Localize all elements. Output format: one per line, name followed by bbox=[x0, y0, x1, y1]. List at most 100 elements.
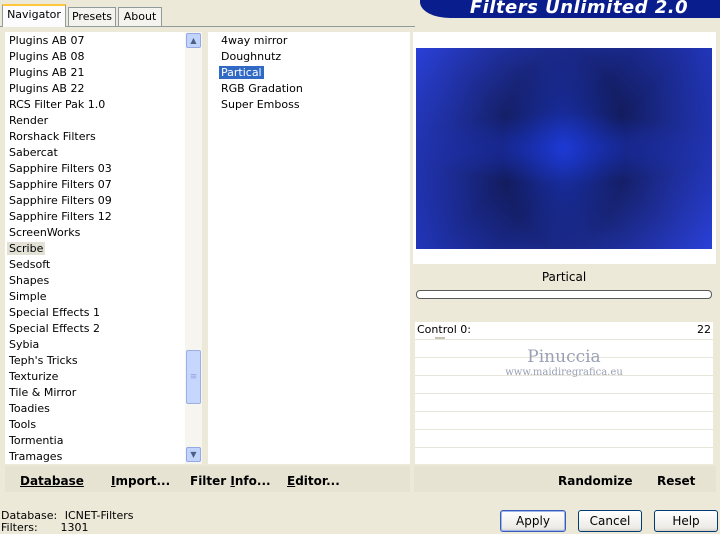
filter-info-label-b: nfo... bbox=[234, 474, 271, 488]
category-item-label: Sapphire Filters 03 bbox=[9, 162, 112, 175]
cancel-button[interactable]: Cancel bbox=[578, 510, 642, 532]
control-row[interactable] bbox=[415, 394, 713, 412]
tab-presets[interactable]: Presets bbox=[68, 7, 116, 26]
category-item[interactable]: Sedsoft bbox=[5, 257, 185, 273]
category-item[interactable]: Texturize bbox=[5, 369, 185, 385]
editor-button[interactable]: Editor... bbox=[287, 474, 340, 488]
category-item[interactable]: Special Effects 1 bbox=[5, 305, 185, 321]
grip-icon: ≡ bbox=[189, 372, 198, 382]
category-item-label: Texturize bbox=[9, 370, 59, 383]
filter-item-label: 4way mirror bbox=[221, 34, 288, 47]
database-button[interactable]: Database bbox=[20, 474, 84, 488]
category-item[interactable]: Sapphire Filters 12 bbox=[5, 209, 185, 225]
category-item-label: Plugins AB 21 bbox=[9, 66, 85, 79]
category-item[interactable]: ScreenWorks bbox=[5, 225, 185, 241]
filter-item[interactable]: Doughnutz bbox=[217, 49, 410, 65]
status-filters-label: Filters: bbox=[1, 521, 38, 534]
tab-about[interactable]: About bbox=[118, 7, 162, 26]
category-scrollbar[interactable]: ▲ ≡ ▼ bbox=[185, 32, 202, 464]
filter-item-label: Partical bbox=[219, 66, 264, 79]
import-label: mport... bbox=[115, 474, 171, 488]
category-item-label: Rorshack Filters bbox=[9, 130, 96, 143]
category-item-label: Tools bbox=[9, 418, 37, 431]
control-row[interactable]: Control 0: 22 bbox=[415, 322, 713, 340]
category-item[interactable]: Sapphire Filters 03 bbox=[5, 161, 185, 177]
category-item[interactable]: Tramages bbox=[5, 449, 185, 464]
control-row[interactable] bbox=[415, 430, 713, 448]
filter-item[interactable]: Partical bbox=[217, 65, 410, 81]
category-item[interactable]: Plugins AB 07 bbox=[5, 33, 185, 49]
filter-list[interactable]: 4way mirror Doughnutz Partical RGB Gradatio… bbox=[208, 32, 410, 464]
category-item[interactable]: Tile & Mirror bbox=[5, 385, 185, 401]
category-item[interactable]: Sybia bbox=[5, 337, 185, 353]
status-filters: Filters: 1301 bbox=[1, 521, 89, 534]
filter-item-label: RGB Gradation bbox=[221, 82, 303, 95]
filter-info-label-a: Filter bbox=[190, 474, 231, 488]
control-sliders[interactable]: Control 0: 22 bbox=[415, 322, 713, 464]
category-item[interactable]: Tools bbox=[5, 417, 185, 433]
category-item[interactable]: Scribe bbox=[5, 241, 185, 257]
category-item[interactable]: Teph's Tricks bbox=[5, 353, 185, 369]
watermark-name: Pinuccia bbox=[527, 347, 601, 367]
randomize-button[interactable]: Randomize bbox=[558, 474, 632, 488]
category-item-label: Sapphire Filters 07 bbox=[9, 178, 112, 191]
status-filters-value: 1301 bbox=[60, 521, 89, 534]
category-item[interactable]: Rorshack Filters bbox=[5, 129, 185, 145]
category-item-label: Tramages bbox=[9, 450, 63, 463]
category-item-label: Teph's Tricks bbox=[9, 354, 78, 367]
reset-button[interactable]: Reset bbox=[657, 474, 695, 488]
category-item-label: Sybia bbox=[9, 338, 40, 351]
category-item[interactable]: Special Effects 2 bbox=[5, 321, 185, 337]
database-label: Database bbox=[20, 474, 84, 488]
category-item[interactable]: Simple bbox=[5, 289, 185, 305]
category-list[interactable]: Plugins AB 07 Plugins AB 08 Plugins AB 21 P… bbox=[5, 32, 185, 464]
brand-title: Filters Unlimited 2.0 bbox=[469, 0, 689, 18]
editor-hotkey: E bbox=[287, 474, 296, 488]
category-item-label: Tormentia bbox=[9, 434, 64, 447]
filter-item[interactable]: RGB Gradation bbox=[217, 81, 410, 97]
progress-bar bbox=[416, 290, 712, 299]
preview-filter-name: Partical bbox=[541, 270, 587, 284]
category-item[interactable]: Plugins AB 22 bbox=[5, 81, 185, 97]
filter-info-button[interactable]: Filter Info... bbox=[190, 474, 271, 488]
chevron-up-icon[interactable]: ▲ bbox=[186, 33, 201, 48]
filter-item-label: Super Emboss bbox=[221, 98, 300, 111]
control-slider-mark[interactable] bbox=[435, 337, 445, 339]
help-button[interactable]: Help bbox=[654, 510, 718, 532]
editor-label: ditor... bbox=[295, 474, 340, 488]
category-item[interactable]: RCS Filter Pak 1.0 bbox=[5, 97, 185, 113]
scroll-thumb[interactable]: ≡ bbox=[186, 350, 201, 404]
category-item-label: Sabercat bbox=[9, 146, 58, 159]
category-item-label: Shapes bbox=[9, 274, 50, 287]
category-item[interactable]: Sapphire Filters 09 bbox=[5, 193, 185, 209]
category-item-label: Plugins AB 07 bbox=[9, 34, 85, 47]
category-item-label: Sapphire Filters 09 bbox=[9, 194, 112, 207]
category-item-label: Special Effects 2 bbox=[9, 322, 101, 335]
filter-item[interactable]: 4way mirror bbox=[217, 33, 410, 49]
category-item[interactable]: Shapes bbox=[5, 273, 185, 289]
category-item[interactable]: Sapphire Filters 07 bbox=[5, 177, 185, 193]
tab-navigator[interactable]: Navigator bbox=[2, 4, 66, 27]
chevron-down-icon[interactable]: ▼ bbox=[186, 447, 201, 462]
control-label: Control 0: bbox=[417, 323, 471, 336]
control-value: 22 bbox=[697, 323, 711, 336]
category-item[interactable]: Plugins AB 21 bbox=[5, 65, 185, 81]
filter-item[interactable]: Super Emboss bbox=[217, 97, 410, 113]
category-item[interactable]: Render bbox=[5, 113, 185, 129]
category-item-label: Simple bbox=[9, 290, 47, 303]
category-item-label: Render bbox=[9, 114, 49, 127]
category-item-label: Toadies bbox=[9, 402, 50, 415]
apply-button[interactable]: Apply bbox=[500, 510, 566, 532]
category-item[interactable]: Tormentia bbox=[5, 433, 185, 449]
category-item-label: Plugins AB 08 bbox=[9, 50, 85, 63]
category-item-label: Scribe bbox=[7, 242, 46, 255]
watermark-site: www.maidiregrafica.eu bbox=[505, 367, 623, 378]
category-item[interactable]: Sabercat bbox=[5, 145, 185, 161]
control-row[interactable] bbox=[415, 412, 713, 430]
category-item[interactable]: Toadies bbox=[5, 401, 185, 417]
category-item[interactable]: Plugins AB 08 bbox=[5, 49, 185, 65]
category-item-label: Sapphire Filters 12 bbox=[9, 210, 112, 223]
filter-item-label: Doughnutz bbox=[221, 50, 282, 63]
import-button[interactable]: Import... bbox=[111, 474, 170, 488]
category-item-label: Plugins AB 22 bbox=[9, 82, 85, 95]
